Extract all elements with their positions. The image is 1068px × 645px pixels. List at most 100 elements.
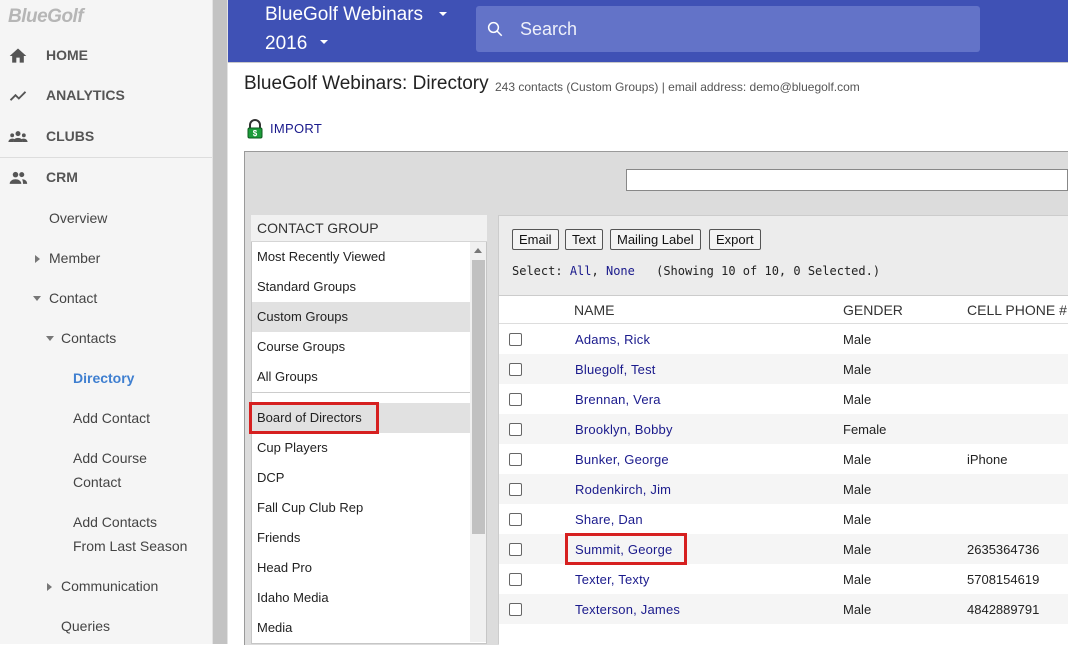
nav-crm[interactable]: CRM <box>0 158 212 198</box>
filter-input[interactable] <box>626 169 1068 191</box>
table-row: Brooklyn, Bobby Female <box>499 414 1068 444</box>
chevron-down-icon[interactable] <box>439 12 447 16</box>
scroll-up-arrow-icon[interactable] <box>474 248 482 253</box>
highlight-box <box>565 533 687 565</box>
trending-icon <box>9 91 27 101</box>
contact-gender: Male <box>843 482 872 497</box>
select-all-link[interactable]: All <box>570 264 592 278</box>
group-label: Head Pro <box>257 560 312 575</box>
contact-gender: Male <box>843 542 872 557</box>
export-button[interactable]: Export <box>709 229 761 250</box>
header-divider <box>228 62 1068 63</box>
contact-name-link[interactable]: Rodenkirch, Jim <box>575 482 671 497</box>
group-category-item[interactable]: Course Groups <box>252 332 470 362</box>
email-button[interactable]: Email <box>512 229 559 250</box>
org-selector[interactable]: BlueGolf Webinars <box>265 4 423 26</box>
contact-gender: Female <box>843 422 887 437</box>
nav-add-contacts-last-season[interactable]: Add Contacts <box>73 514 157 530</box>
contact-name-link[interactable]: Adams, Rick <box>575 332 650 347</box>
nav-communication[interactable]: Communication <box>61 578 158 594</box>
year-selector[interactable]: 2016 <box>265 33 307 55</box>
nav-add-contact[interactable]: Add Contact <box>73 410 150 426</box>
group-item[interactable]: Cup Players <box>252 433 470 463</box>
nav-overview[interactable]: Overview <box>49 210 107 226</box>
contact-name-link[interactable]: Texter, Texty <box>575 572 650 587</box>
mailing-label-button[interactable]: Mailing Label <box>610 229 701 250</box>
contact-phone: 4842889791 <box>967 602 1040 617</box>
column-header-gender[interactable]: GENDER <box>843 302 903 318</box>
group-category-label: Custom Groups <box>257 309 349 324</box>
group-label: Friends <box>257 530 301 545</box>
group-item[interactable]: Head Pro <box>252 553 470 583</box>
table-row: Texterson, James Male 4842889791 <box>499 594 1068 624</box>
contact-gender: Male <box>843 452 872 467</box>
chevron-down-icon[interactable] <box>320 40 328 44</box>
column-header-cell-phone[interactable]: CELL PHONE # <box>967 302 1067 318</box>
nav-clubs[interactable]: CLUBS <box>0 117 212 157</box>
search-box[interactable] <box>476 6 980 52</box>
sidebar-scrollbar-thumb[interactable] <box>213 0 227 644</box>
caret-down-icon[interactable] <box>33 296 41 301</box>
row-checkbox[interactable] <box>509 573 522 586</box>
group-item[interactable]: Fall Cup Club Rep <box>252 493 470 523</box>
table-row: Bluegolf, Test Male <box>499 354 1068 384</box>
row-checkbox[interactable] <box>509 393 522 406</box>
contact-name-link[interactable]: Bunker, George <box>575 452 669 467</box>
nav-add-course-contact[interactable]: Add Course <box>73 450 147 466</box>
nav-home[interactable]: HOME <box>0 36 212 76</box>
search-input[interactable] <box>518 14 962 44</box>
caret-down-icon[interactable] <box>46 336 54 341</box>
nav-analytics[interactable]: ANALYTICS <box>0 76 212 116</box>
row-checkbox[interactable] <box>509 363 522 376</box>
contact-phone: iPhone <box>967 452 1008 467</box>
caret-right-icon[interactable] <box>47 583 52 591</box>
showing-count: (Showing 10 of 10, 0 Selected.) <box>656 264 881 278</box>
row-checkbox[interactable] <box>509 603 522 616</box>
nav-add-course-contact-line2[interactable]: Contact <box>73 474 121 490</box>
contact-name-link[interactable]: Brennan, Vera <box>575 392 661 407</box>
select-none-link[interactable]: None <box>606 264 635 278</box>
group-category-item-selected[interactable]: Custom Groups <box>252 302 470 332</box>
nav-add-contacts-last-season-line2[interactable]: From Last Season <box>73 538 187 554</box>
lock-icon[interactable]: $ <box>246 119 264 139</box>
row-checkbox[interactable] <box>509 453 522 466</box>
contact-phone: 2635364736 <box>967 542 1040 557</box>
row-checkbox[interactable] <box>509 543 522 556</box>
contact-group-header: CONTACT GROUP <box>251 215 487 242</box>
row-checkbox[interactable] <box>509 483 522 496</box>
row-checkbox[interactable] <box>509 513 522 526</box>
contact-name-link[interactable]: Texterson, James <box>575 602 680 617</box>
nav-member[interactable]: Member <box>49 250 100 266</box>
table-row: Texter, Texty Male 5708154619 <box>499 564 1068 594</box>
nav-contact[interactable]: Contact <box>49 290 97 306</box>
table-row: Rodenkirch, Jim Male <box>499 474 1068 504</box>
nav-queries[interactable]: Queries <box>61 618 110 634</box>
import-link[interactable]: IMPORT <box>270 121 322 136</box>
nav-directory[interactable]: Directory <box>73 370 134 386</box>
selection-bar: Select: All, None (Showing 10 of 10, 0 S… <box>512 264 880 278</box>
group-label: Cup Players <box>257 440 328 455</box>
svg-text:$: $ <box>253 129 258 138</box>
group-item[interactable]: DCP <box>252 463 470 493</box>
group-category-item[interactable]: Standard Groups <box>252 272 470 302</box>
group-category-item[interactable]: Most Recently Viewed <box>252 242 470 272</box>
group-category-item[interactable]: All Groups <box>252 362 470 392</box>
text-button[interactable]: Text <box>565 229 603 250</box>
group-item[interactable]: Media <box>252 613 470 643</box>
nav-contacts[interactable]: Contacts <box>61 330 116 346</box>
row-checkbox[interactable] <box>509 423 522 436</box>
group-list-scrollbar-thumb[interactable] <box>472 260 485 534</box>
contact-name-link[interactable]: Bluegolf, Test <box>575 362 656 377</box>
bluegolf-logo[interactable]: BlueGolf <box>8 6 84 28</box>
contact-name-link[interactable]: Share, Dan <box>575 512 643 527</box>
caret-right-icon[interactable] <box>35 255 40 263</box>
contact-phone: 5708154619 <box>967 572 1040 587</box>
group-item[interactable]: Idaho Media <box>252 583 470 613</box>
contact-name-link[interactable]: Brooklyn, Bobby <box>575 422 673 437</box>
search-icon[interactable] <box>486 20 504 38</box>
select-separator: , <box>591 264 599 278</box>
group-item[interactable]: Friends <box>252 523 470 553</box>
column-header-name[interactable]: NAME <box>574 302 614 318</box>
row-checkbox[interactable] <box>509 333 522 346</box>
group-category-label: Standard Groups <box>257 279 357 294</box>
